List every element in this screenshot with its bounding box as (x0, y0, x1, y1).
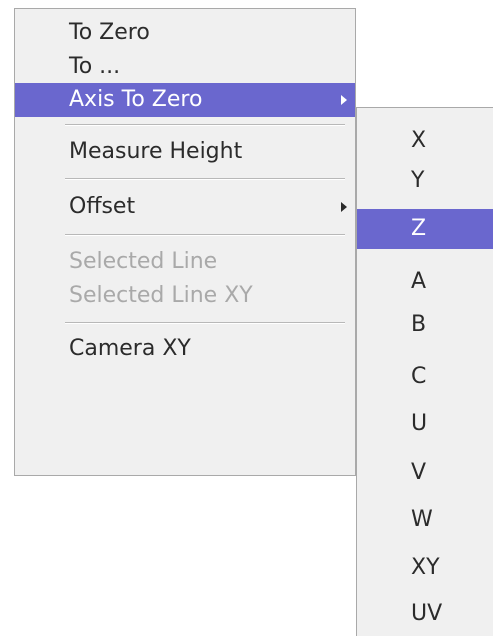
submenu-item-xy[interactable]: XY (357, 548, 493, 588)
menu-item-selected-line-xy: Selected Line XY (69, 283, 253, 308)
submenu-item-w[interactable]: W (357, 500, 493, 540)
menu-separator (65, 178, 345, 180)
menu-separator (65, 322, 345, 324)
menu-item-offset[interactable]: Offset (15, 190, 355, 224)
menu-item-measure-height[interactable]: Measure Height (15, 135, 355, 169)
caret-right-icon (341, 95, 347, 105)
menu-item-axis-to-zero-label: Axis To Zero (69, 87, 203, 112)
submenu-item-y[interactable]: Y (357, 161, 493, 201)
submenu-item-uv[interactable]: UV (357, 594, 493, 634)
menu-separator (65, 234, 345, 236)
submenu-item-a[interactable]: A (357, 262, 493, 302)
submenu-item-x[interactable]: X (357, 121, 493, 161)
submenu-item-c[interactable]: C (357, 357, 493, 397)
menu-item-camera-xy[interactable]: Camera XY (15, 332, 355, 366)
axis-submenu: X Y Z A B C U V W XY UV (356, 107, 493, 636)
screen: To Zero To ... Axis To Zero Measure Heig… (0, 0, 493, 636)
menu-item-selected-line: Selected Line (69, 249, 218, 274)
submenu-item-b[interactable]: B (357, 305, 493, 345)
menu-item-axis-to-zero[interactable]: Axis To Zero (15, 83, 355, 117)
menu-item-to-zero[interactable]: To Zero (15, 16, 355, 50)
caret-right-icon (341, 202, 347, 212)
submenu-item-u[interactable]: U (357, 404, 493, 444)
menu-separator (65, 124, 345, 126)
context-menu: To Zero To ... Axis To Zero Measure Heig… (14, 8, 356, 476)
menu-item-offset-label: Offset (69, 194, 136, 219)
menu-item-to[interactable]: To ... (15, 50, 355, 84)
submenu-item-z[interactable]: Z (357, 209, 493, 249)
submenu-item-v[interactable]: V (357, 453, 493, 493)
